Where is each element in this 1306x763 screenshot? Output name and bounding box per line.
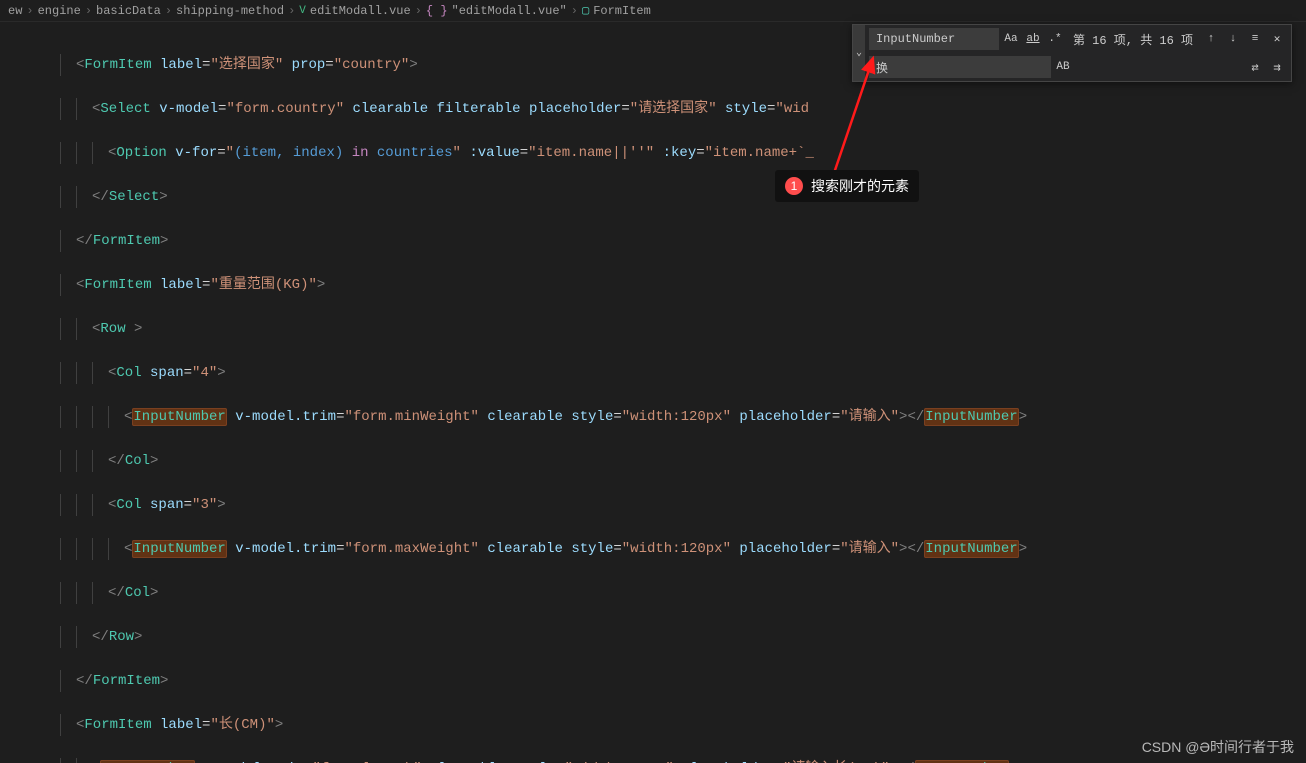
code-line[interactable]: </Select> bbox=[60, 186, 1306, 208]
code-line[interactable]: </Row> bbox=[60, 626, 1306, 648]
code-line[interactable]: <FormItem label="长(CM)"> bbox=[60, 714, 1306, 736]
annotation-text: 搜索刚才的元素 bbox=[811, 176, 909, 196]
code-line[interactable]: </FormItem> bbox=[60, 670, 1306, 692]
code-line[interactable]: <Col span="4"> bbox=[60, 362, 1306, 384]
close-icon[interactable]: ✕ bbox=[1267, 29, 1287, 49]
prev-match-icon[interactable]: ↑ bbox=[1201, 29, 1221, 49]
crumb-item[interactable]: "editModall.vue" bbox=[452, 4, 567, 18]
annotation-label: 1 搜索刚才的元素 bbox=[775, 170, 919, 202]
crumb-icon: ▢ bbox=[582, 3, 589, 18]
watermark: CSDN @Ə时间行者于我 bbox=[1142, 737, 1294, 757]
next-match-icon[interactable]: ↓ bbox=[1223, 29, 1243, 49]
code-line[interactable]: <InputNumber v-model.trim="form.minWeigh… bbox=[60, 406, 1306, 428]
regex-icon[interactable]: .* bbox=[1045, 29, 1065, 49]
code-line[interactable]: <Option v-for="(item, index) in countrie… bbox=[60, 142, 1306, 164]
crumb-sep: › bbox=[26, 4, 33, 18]
code-line[interactable]: </FormItem> bbox=[60, 230, 1306, 252]
crumb-item[interactable]: editModall.vue bbox=[310, 4, 411, 18]
toggle-replace-button[interactable]: ⌄ bbox=[853, 25, 865, 81]
brace-icon: { } bbox=[426, 4, 448, 18]
match-word-icon[interactable]: ab bbox=[1023, 29, 1043, 49]
crumb-item[interactable]: FormItem bbox=[593, 4, 651, 18]
replace-input[interactable]: 换 bbox=[869, 56, 1051, 78]
code-line[interactable]: <Row > bbox=[60, 318, 1306, 340]
crumb-item[interactable]: ew bbox=[8, 4, 22, 18]
search-input[interactable]: InputNumber bbox=[869, 28, 999, 50]
crumb-item[interactable]: engine bbox=[38, 4, 81, 18]
replace-all-icon[interactable]: ⇉ bbox=[1267, 57, 1287, 77]
crumb-item[interactable]: basicData bbox=[96, 4, 161, 18]
code-line[interactable]: <Select v-model="form.country" clearable… bbox=[60, 98, 1306, 120]
code-line[interactable]: </Col> bbox=[60, 582, 1306, 604]
code-editor[interactable]: <FormItem label="选择国家" prop="country"> <… bbox=[0, 22, 1306, 763]
breadcrumb: ew› engine› basicData› shipping-method› … bbox=[0, 0, 1306, 22]
annotation-badge: 1 bbox=[785, 177, 803, 195]
find-status: 第 16 项, 共 16 项 bbox=[1067, 31, 1199, 48]
vue-icon: V bbox=[299, 5, 306, 17]
code-line[interactable]: <InputNumber v-model.trim="form.maxWeigh… bbox=[60, 538, 1306, 560]
find-in-selection-icon[interactable]: ≡ bbox=[1245, 29, 1265, 49]
preserve-case-icon[interactable]: AB bbox=[1053, 57, 1073, 77]
replace-one-icon[interactable]: ⇄ bbox=[1245, 57, 1265, 77]
find-replace-panel: ⌄ InputNumber Aa ab .* 第 16 项, 共 16 项 ↑ … bbox=[852, 24, 1292, 82]
code-line[interactable]: </Col> bbox=[60, 450, 1306, 472]
code-line[interactable]: <FormItem label="重量范围(KG)"> bbox=[60, 274, 1306, 296]
code-line[interactable]: <InputNumber v-model.trim="form.length" … bbox=[60, 758, 1306, 763]
match-case-icon[interactable]: Aa bbox=[1001, 29, 1021, 49]
crumb-item[interactable]: shipping-method bbox=[176, 4, 284, 18]
code-line[interactable]: <Col span="3"> bbox=[60, 494, 1306, 516]
